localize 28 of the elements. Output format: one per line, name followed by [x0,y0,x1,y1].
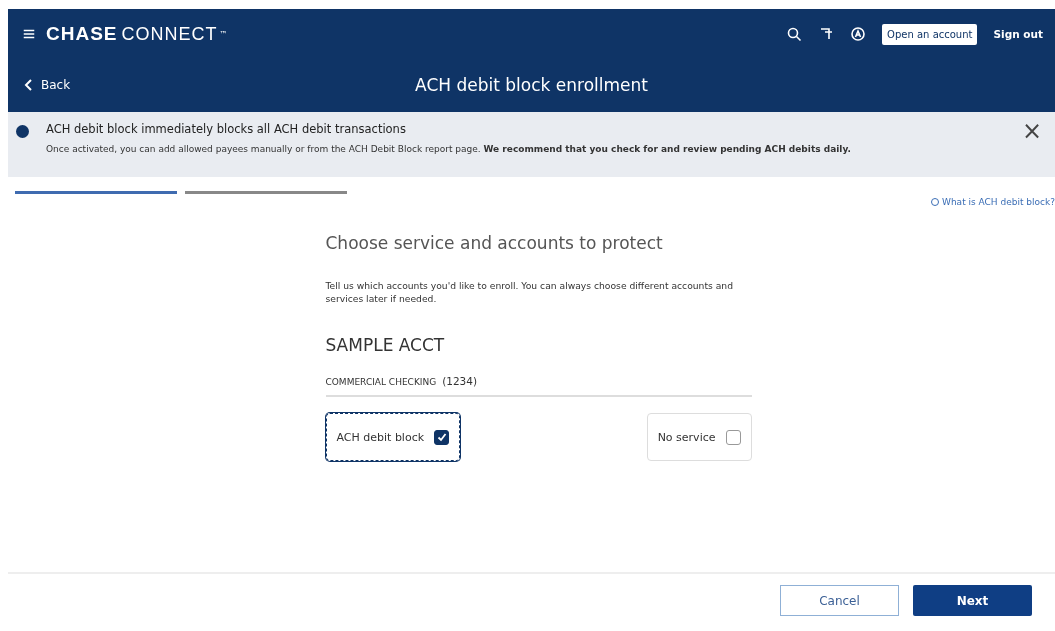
banner-heading: ACH debit block immediately blocks all ACH debit transactions [46,122,407,136]
open-account-button[interactable]: Open an account [882,23,978,45]
intro-text: Tell us which accounts you'd like to enroll. You can always choose different accounts and services later if needed. [325,279,734,305]
help-link[interactable]: What is ACH debit block? [931,191,1055,207]
account-name: SAMPLE ACCT [325,335,446,355]
close-button[interactable]: × [1017,122,1047,140]
chevron-left-icon [24,78,33,91]
account-number: (1234) [442,375,478,387]
menu-icon[interactable] [22,27,36,41]
banner-text: Once activated, you can add allowed payees manually or from the ACH Debit Block report page. We recommend that you check for and review pending ACH debits daily. [46,144,852,154]
sign-out-link[interactable]: Sign out [993,28,1043,40]
info-dot-icon [16,125,29,138]
account-type: COMMERCIAL CHECKING [325,377,437,387]
help-icon [931,198,939,206]
trademark-mark: ™ [219,29,228,39]
next-button[interactable]: Next [913,585,1032,616]
service-option[interactable]: ACH debit block [325,413,461,461]
checkbox[interactable] [434,429,450,445]
back-link[interactable]: Back [24,77,71,92]
service-option[interactable]: No service [646,413,752,461]
cancel-button[interactable]: Cancel [780,585,899,616]
page-title: ACH debit block enrollment [415,74,648,95]
user-icon[interactable] [850,26,867,42]
brand-name: CHASE [46,23,118,45]
checkbox[interactable] [725,429,741,445]
brand-subtitle: CONNECT [121,23,218,45]
search-icon[interactable] [786,26,803,42]
section-title: Choose service and accounts to protect [325,233,664,253]
